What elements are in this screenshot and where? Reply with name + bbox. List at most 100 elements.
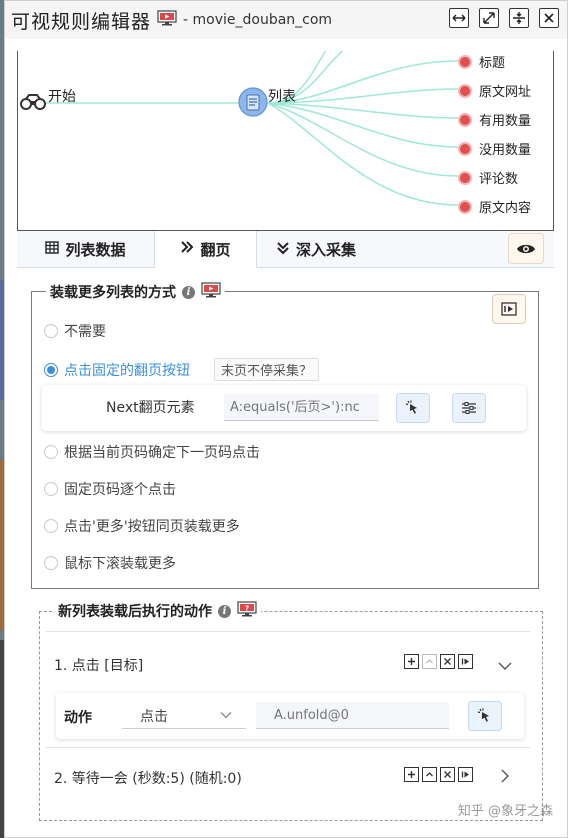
option-scroll-load[interactable]: 鼠标下滚装载更多 — [44, 553, 176, 573]
radio-button[interactable] — [44, 324, 58, 338]
plus-icon — [408, 771, 415, 778]
option-page-number-next[interactable]: 根据当前页码确定下一页码点击 — [44, 442, 260, 462]
action-item-click[interactable]: 1. 点击 [目标] — [54, 655, 143, 675]
window-subtitle: - movie_douban_com — [183, 12, 333, 28]
table-icon — [45, 241, 60, 258]
leaf-node[interactable]: 原文网址 — [458, 81, 531, 100]
radio-button[interactable] — [44, 482, 58, 496]
chevron-right-icon[interactable] — [500, 768, 510, 787]
tab-list-data[interactable]: 列表数据 — [17, 231, 155, 268]
move-up-button[interactable] — [422, 767, 437, 782]
pick-element-button[interactable] — [396, 393, 430, 423]
move-up-button[interactable] — [422, 654, 437, 669]
window-title: 可视规则编辑器 — [11, 10, 152, 33]
preview-button[interactable] — [508, 233, 544, 264]
option-more-button[interactable]: 点击'更多'按钮同页装载更多 — [44, 516, 240, 536]
close-icon — [544, 13, 554, 23]
node-list[interactable]: 列表 — [268, 86, 296, 106]
field-dot-icon — [458, 54, 472, 69]
settings-button[interactable] — [452, 393, 486, 423]
arrows-horizontal-icon — [452, 14, 466, 22]
action-target-input[interactable] — [256, 702, 449, 729]
option-fixed-page-numbers[interactable]: 固定页码逐个点击 — [44, 479, 176, 499]
action-item-wait[interactable]: 2. 等待一会 (秒数:5) (随机:0) — [54, 768, 242, 788]
next-element-label: Next翻页元素 — [106, 400, 195, 416]
fullscreen-button[interactable] — [479, 8, 499, 28]
video-help-icon[interactable]: ? — [237, 601, 257, 621]
chevron-up-icon — [426, 772, 433, 777]
post-load-actions-group: 新列表装载后执行的动作 i ? 1. 点击 [目标] 动作 点击 A.unfol… — [39, 601, 543, 821]
double-chevron-right-icon — [180, 241, 194, 257]
binoculars-icon — [20, 93, 46, 115]
chevron-up-icon — [426, 659, 433, 664]
leaf-node[interactable]: 有用数量 — [458, 110, 531, 129]
add-action-button[interactable] — [404, 654, 419, 669]
radio-button[interactable] — [44, 519, 58, 533]
leaf-node[interactable]: 没用数量 — [458, 139, 531, 158]
paging-legend: 装载更多列表的方式 i — [46, 282, 225, 302]
action-detail-row: 动作 点击 — [56, 693, 524, 739]
x-icon — [444, 771, 451, 778]
delete-action-button[interactable] — [440, 767, 455, 782]
radio-button-selected[interactable] — [44, 362, 58, 377]
pick-element-button[interactable] — [468, 701, 502, 731]
cursor-click-icon — [477, 708, 489, 722]
action-controls — [404, 654, 473, 669]
delete-action-button[interactable] — [440, 654, 455, 669]
option-fixed-next-button[interactable]: 点击固定的翻页按钮 末页不停采集？ — [44, 358, 320, 381]
split-vertical-icon — [513, 12, 525, 24]
svg-text:?: ? — [245, 605, 249, 613]
field-dot-icon — [458, 170, 472, 185]
info-icon[interactable]: i — [182, 285, 195, 299]
close-button[interactable] — [539, 8, 559, 28]
action-type-select[interactable]: 点击 — [122, 702, 246, 729]
radio-button[interactable] — [44, 445, 58, 459]
next-element-input[interactable] — [224, 394, 379, 421]
divider — [46, 747, 530, 748]
tab-paging[interactable]: 翻页 — [155, 231, 257, 268]
step-play-icon — [461, 771, 469, 778]
info-icon[interactable]: i — [218, 604, 231, 618]
action-controls — [404, 767, 473, 782]
expand-icon — [483, 12, 495, 24]
chevron-down-icon — [220, 712, 232, 719]
plus-icon — [408, 658, 415, 665]
step-play-icon — [461, 658, 469, 665]
option-none[interactable]: 不需要 — [44, 321, 106, 341]
double-chevron-down-icon — [276, 241, 290, 259]
paging-method-group: 装载更多列表的方式 i 不需要 点击固定的翻页按钮 末页不停采集？ Next翻页… — [31, 282, 539, 589]
cursor-click-icon — [405, 400, 417, 414]
title-bar[interactable]: 可视规则编辑器 - movie_douban_com — [5, 1, 567, 39]
chevron-down-icon[interactable] — [498, 656, 512, 675]
rule-editor-window: 可视规则编辑器 - movie_douban_com 开始 列表 标题 原文网址… — [4, 0, 568, 838]
node-start[interactable]: 开始 — [48, 86, 76, 106]
sliders-icon — [462, 402, 476, 414]
split-button[interactable] — [509, 8, 529, 28]
x-icon — [444, 658, 451, 665]
field-dot-icon — [458, 199, 472, 214]
video-help-icon[interactable] — [201, 282, 221, 302]
nonstop-tag[interactable]: 末页不停采集？ — [214, 358, 320, 381]
field-dot-icon — [458, 83, 472, 98]
tab-bar: 列表数据 翻页 深入采集 — [17, 231, 554, 268]
run-action-button[interactable] — [458, 767, 473, 782]
action-label: 动作 — [64, 710, 92, 726]
leaf-node[interactable]: 标题 — [458, 52, 505, 71]
next-element-row: Next翻页元素 — [42, 385, 526, 431]
divider — [46, 631, 530, 632]
radio-button[interactable] — [44, 556, 58, 570]
watermark: 知乎 @象牙之森 — [457, 804, 553, 819]
monitor-icon — [157, 10, 177, 30]
run-step-button[interactable] — [492, 294, 526, 324]
eye-icon — [517, 244, 535, 253]
actions-legend: 新列表装载后执行的动作 i ? — [54, 601, 261, 621]
leaf-node[interactable]: 评论数 — [458, 168, 518, 187]
list-node-icon — [238, 87, 268, 121]
field-dot-icon — [458, 141, 472, 156]
tab-deep-collect[interactable]: 深入采集 — [257, 231, 375, 268]
run-action-button[interactable] — [458, 654, 473, 669]
add-action-button[interactable] — [404, 767, 419, 782]
fit-width-button[interactable] — [449, 8, 469, 28]
leaf-node[interactable]: 原文内容 — [458, 197, 531, 216]
rule-mindmap[interactable]: 开始 列表 标题 原文网址 有用数量 没用数量 评论数 原文内容 — [17, 51, 554, 231]
